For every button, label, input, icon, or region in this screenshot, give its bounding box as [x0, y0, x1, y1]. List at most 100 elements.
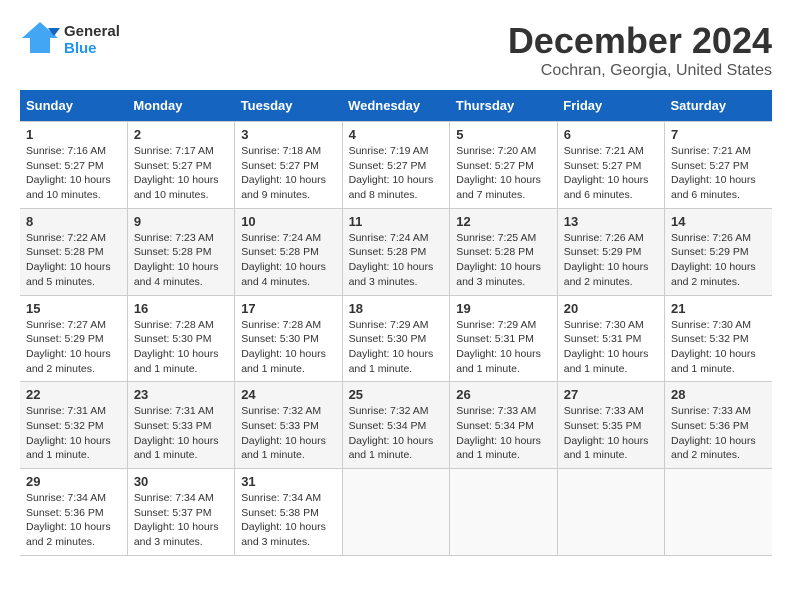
- day-info: Sunrise: 7:22 AM Sunset: 5:28 PM Dayligh…: [26, 231, 121, 290]
- calendar-day-cell: 12 Sunrise: 7:25 AM Sunset: 5:28 PM Dayli…: [450, 208, 557, 295]
- day-info: Sunrise: 7:32 AM Sunset: 5:34 PM Dayligh…: [349, 404, 444, 463]
- logo: General Blue: [20, 20, 120, 60]
- day-info: Sunrise: 7:21 AM Sunset: 5:27 PM Dayligh…: [671, 144, 766, 203]
- day-number: 28: [671, 387, 766, 402]
- day-number: 13: [564, 214, 658, 229]
- day-info: Sunrise: 7:23 AM Sunset: 5:28 PM Dayligh…: [134, 231, 228, 290]
- day-number: 25: [349, 387, 444, 402]
- day-number: 29: [26, 474, 121, 489]
- calendar-day-cell: 8Sunrise: 7:22 AM Sunset: 5:28 PM Daylig…: [20, 208, 127, 295]
- day-number: 26: [456, 387, 550, 402]
- calendar-week-row: 29 Sunrise: 7:34 AM Sunset: 5:36 PM Dayli…: [20, 469, 772, 556]
- calendar-day-cell: 14 Sunrise: 7:26 AM Sunset: 5:29 PM Dayli…: [665, 208, 773, 295]
- day-info: Sunrise: 7:30 AM Sunset: 5:31 PM Dayligh…: [564, 318, 658, 377]
- day-info: Sunrise: 7:26 AM Sunset: 5:29 PM Dayligh…: [564, 231, 658, 290]
- day-info: Sunrise: 7:31 AM Sunset: 5:32 PM Dayligh…: [26, 404, 121, 463]
- day-number: 20: [564, 301, 658, 316]
- calendar-week-row: 1Sunrise: 7:16 AM Sunset: 5:27 PM Daylig…: [20, 122, 772, 209]
- weekday-header: Monday: [127, 90, 234, 122]
- day-number: 18: [349, 301, 444, 316]
- calendar-day-cell: 29 Sunrise: 7:34 AM Sunset: 5:36 PM Dayli…: [20, 469, 127, 556]
- weekday-header: Wednesday: [342, 90, 450, 122]
- month-title: December 2024: [508, 20, 772, 62]
- day-info: Sunrise: 7:26 AM Sunset: 5:29 PM Dayligh…: [671, 231, 766, 290]
- calendar-day-cell: 17 Sunrise: 7:28 AM Sunset: 5:30 PM Dayli…: [235, 295, 342, 382]
- day-info: Sunrise: 7:29 AM Sunset: 5:30 PM Dayligh…: [349, 318, 444, 377]
- day-info: Sunrise: 7:31 AM Sunset: 5:33 PM Dayligh…: [134, 404, 228, 463]
- title-block: December 2024 Cochran, Georgia, United S…: [508, 20, 772, 80]
- weekday-header: Thursday: [450, 90, 557, 122]
- calendar-day-cell: 9Sunrise: 7:23 AM Sunset: 5:28 PM Daylig…: [127, 208, 234, 295]
- day-info: Sunrise: 7:19 AM Sunset: 5:27 PM Dayligh…: [349, 144, 444, 203]
- day-info: Sunrise: 7:17 AM Sunset: 5:27 PM Dayligh…: [134, 144, 228, 203]
- day-info: Sunrise: 7:24 AM Sunset: 5:28 PM Dayligh…: [349, 231, 444, 290]
- calendar-day-cell: [342, 469, 450, 556]
- day-number: 1: [26, 127, 121, 142]
- weekday-header: Saturday: [665, 90, 773, 122]
- day-info: Sunrise: 7:28 AM Sunset: 5:30 PM Dayligh…: [134, 318, 228, 377]
- calendar-day-cell: 19Sunrise: 7:29 AM Sunset: 5:31 PM Dayli…: [450, 295, 557, 382]
- day-number: 7: [671, 127, 766, 142]
- day-info: Sunrise: 7:29 AM Sunset: 5:31 PM Dayligh…: [456, 318, 550, 377]
- calendar-day-cell: 27 Sunrise: 7:33 AM Sunset: 5:35 PM Dayli…: [557, 382, 664, 469]
- calendar-day-cell: 3Sunrise: 7:18 AM Sunset: 5:27 PM Daylig…: [235, 122, 342, 209]
- calendar-week-row: 15 Sunrise: 7:27 AM Sunset: 5:29 PM Dayli…: [20, 295, 772, 382]
- day-info: Sunrise: 7:30 AM Sunset: 5:32 PM Dayligh…: [671, 318, 766, 377]
- calendar-day-cell: 28 Sunrise: 7:33 AM Sunset: 5:36 PM Dayli…: [665, 382, 773, 469]
- calendar-day-cell: 30Sunrise: 7:34 AM Sunset: 5:37 PM Dayli…: [127, 469, 234, 556]
- day-number: 4: [349, 127, 444, 142]
- day-number: 31: [241, 474, 335, 489]
- day-info: Sunrise: 7:34 AM Sunset: 5:38 PM Dayligh…: [241, 491, 335, 550]
- calendar-day-cell: 4 Sunrise: 7:19 AM Sunset: 5:27 PM Daylig…: [342, 122, 450, 209]
- location-title: Cochran, Georgia, United States: [508, 62, 772, 80]
- calendar-day-cell: 6Sunrise: 7:21 AM Sunset: 5:27 PM Daylig…: [557, 122, 664, 209]
- calendar-day-cell: 16 Sunrise: 7:28 AM Sunset: 5:30 PM Dayli…: [127, 295, 234, 382]
- day-number: 24: [241, 387, 335, 402]
- calendar-day-cell: [557, 469, 664, 556]
- day-number: 3: [241, 127, 335, 142]
- calendar-header-row: SundayMondayTuesdayWednesdayThursdayFrid…: [20, 90, 772, 122]
- day-info: Sunrise: 7:27 AM Sunset: 5:29 PM Dayligh…: [26, 318, 121, 377]
- calendar-week-row: 8Sunrise: 7:22 AM Sunset: 5:28 PM Daylig…: [20, 208, 772, 295]
- calendar-day-cell: 15 Sunrise: 7:27 AM Sunset: 5:29 PM Dayli…: [20, 295, 127, 382]
- calendar-day-cell: 22 Sunrise: 7:31 AM Sunset: 5:32 PM Dayli…: [20, 382, 127, 469]
- calendar-day-cell: 18 Sunrise: 7:29 AM Sunset: 5:30 PM Dayli…: [342, 295, 450, 382]
- calendar-table: SundayMondayTuesdayWednesdayThursdayFrid…: [20, 90, 772, 556]
- day-info: Sunrise: 7:28 AM Sunset: 5:30 PM Dayligh…: [241, 318, 335, 377]
- day-number: 27: [564, 387, 658, 402]
- day-number: 22: [26, 387, 121, 402]
- day-info: Sunrise: 7:25 AM Sunset: 5:28 PM Dayligh…: [456, 231, 550, 290]
- calendar-day-cell: [665, 469, 773, 556]
- day-number: 2: [134, 127, 228, 142]
- logo-text: General Blue: [64, 23, 120, 57]
- calendar-day-cell: 25 Sunrise: 7:32 AM Sunset: 5:34 PM Dayli…: [342, 382, 450, 469]
- calendar-day-cell: 21Sunrise: 7:30 AM Sunset: 5:32 PM Dayli…: [665, 295, 773, 382]
- weekday-header: Tuesday: [235, 90, 342, 122]
- day-info: Sunrise: 7:33 AM Sunset: 5:35 PM Dayligh…: [564, 404, 658, 463]
- day-info: Sunrise: 7:24 AM Sunset: 5:28 PM Dayligh…: [241, 231, 335, 290]
- day-number: 6: [564, 127, 658, 142]
- calendar-day-cell: 24 Sunrise: 7:32 AM Sunset: 5:33 PM Dayli…: [235, 382, 342, 469]
- calendar-day-cell: 20 Sunrise: 7:30 AM Sunset: 5:31 PM Dayli…: [557, 295, 664, 382]
- calendar-day-cell: 11 Sunrise: 7:24 AM Sunset: 5:28 PM Dayli…: [342, 208, 450, 295]
- day-number: 16: [134, 301, 228, 316]
- day-number: 15: [26, 301, 121, 316]
- day-number: 17: [241, 301, 335, 316]
- day-info: Sunrise: 7:32 AM Sunset: 5:33 PM Dayligh…: [241, 404, 335, 463]
- day-info: Sunrise: 7:33 AM Sunset: 5:36 PM Dayligh…: [671, 404, 766, 463]
- day-number: 12: [456, 214, 550, 229]
- calendar-day-cell: 5Sunrise: 7:20 AM Sunset: 5:27 PM Daylig…: [450, 122, 557, 209]
- calendar-day-cell: 13 Sunrise: 7:26 AM Sunset: 5:29 PM Dayli…: [557, 208, 664, 295]
- day-number: 5: [456, 127, 550, 142]
- day-info: Sunrise: 7:34 AM Sunset: 5:37 PM Dayligh…: [134, 491, 228, 550]
- day-number: 14: [671, 214, 766, 229]
- logo-icon: [20, 20, 60, 60]
- calendar-day-cell: [450, 469, 557, 556]
- calendar-day-cell: 26 Sunrise: 7:33 AM Sunset: 5:34 PM Dayli…: [450, 382, 557, 469]
- day-number: 23: [134, 387, 228, 402]
- day-info: Sunrise: 7:33 AM Sunset: 5:34 PM Dayligh…: [456, 404, 550, 463]
- day-number: 11: [349, 214, 444, 229]
- day-info: Sunrise: 7:34 AM Sunset: 5:36 PM Dayligh…: [26, 491, 121, 550]
- weekday-header: Sunday: [20, 90, 127, 122]
- calendar-day-cell: 1Sunrise: 7:16 AM Sunset: 5:27 PM Daylig…: [20, 122, 127, 209]
